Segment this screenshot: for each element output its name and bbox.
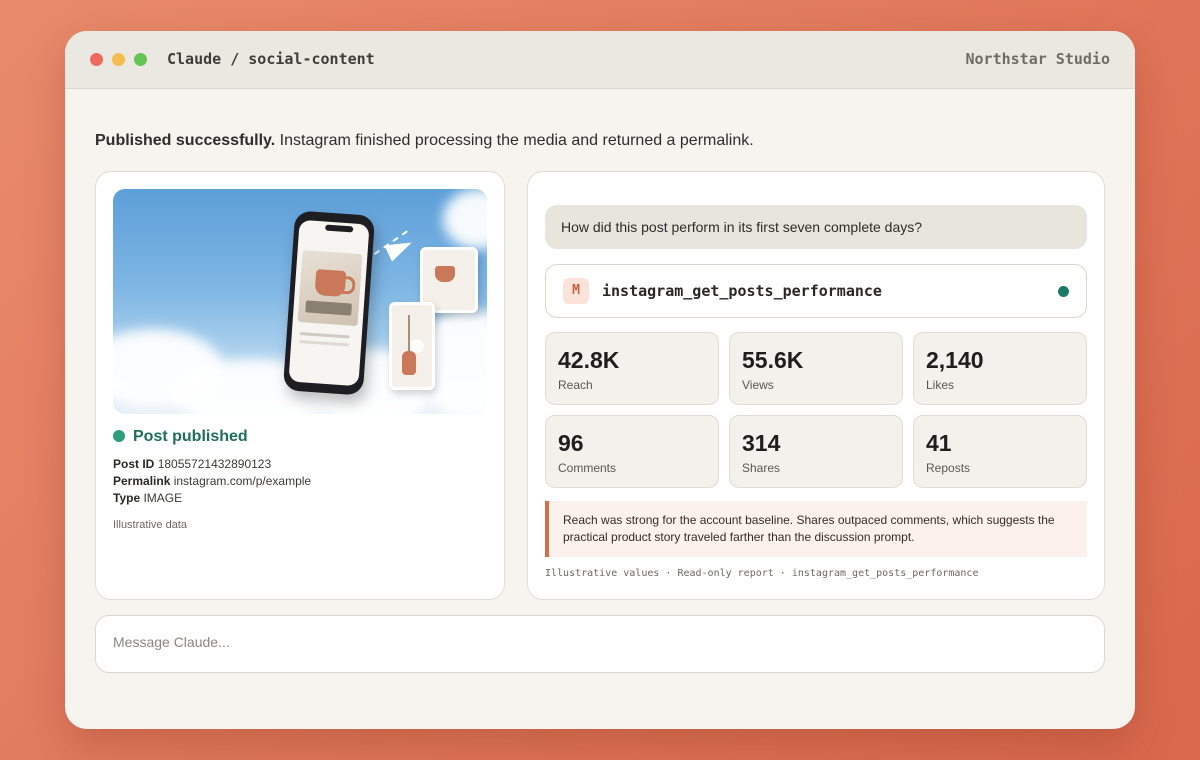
- post-meta: Post ID 18055721432890123 Permalink inst…: [113, 456, 311, 507]
- type-row: Type IMAGE: [113, 490, 311, 507]
- permalink-key: Permalink: [113, 474, 171, 488]
- metric-label: Views: [742, 378, 774, 392]
- status-dot-icon: [113, 430, 125, 442]
- metric-value: 41: [926, 430, 952, 456]
- tool-status-dot-icon: [1058, 286, 1069, 297]
- status-message: Published successfully. Instagram finish…: [95, 132, 754, 150]
- post-id-row: Post ID 18055721432890123: [113, 456, 311, 473]
- metric-card-shares: 314 Shares: [729, 415, 903, 488]
- user-question-bubble: How did this post perform in its first s…: [545, 205, 1087, 249]
- metric-value: 2,140: [926, 347, 984, 373]
- tool-badge-icon: M: [563, 278, 589, 304]
- metric-card-views: 55.6K Views: [729, 332, 903, 405]
- post-card: Post published Post ID 18055721432890123…: [95, 171, 505, 600]
- minimize-window-button[interactable]: [112, 53, 125, 66]
- post-id-key: Post ID: [113, 457, 155, 471]
- play-icon: [410, 339, 424, 353]
- maximize-window-button[interactable]: [134, 53, 147, 66]
- report-footnote: Illustrative values · Read-only report ·…: [545, 568, 979, 579]
- metric-card-reposts: 41 Reposts: [913, 415, 1087, 488]
- performance-card: How did this post perform in its first s…: [527, 171, 1105, 600]
- post-status: Post published: [113, 428, 248, 446]
- metric-value: 55.6K: [742, 347, 804, 373]
- app-window: Claude / social-content Northstar Studio…: [65, 31, 1135, 729]
- metric-label: Reach: [558, 378, 593, 392]
- title-bar: Claude / social-content Northstar Studio: [65, 31, 1135, 89]
- metric-label: Reposts: [926, 461, 971, 475]
- paper-plane-icon: [384, 234, 416, 262]
- post-id-value: 18055721432890123: [157, 457, 272, 471]
- floating-photo-vase: [389, 302, 435, 390]
- window-title: Claude / social-content: [167, 50, 375, 68]
- illustrative-note: Illustrative data: [113, 519, 187, 531]
- close-window-button[interactable]: [90, 53, 103, 66]
- metric-value: 42.8K: [558, 347, 620, 373]
- post-status-label: Post published: [133, 428, 248, 445]
- metric-value: 314: [742, 430, 781, 456]
- tool-call-row[interactable]: M instagram_get_posts_performance: [545, 264, 1087, 318]
- post-media-image[interactable]: [113, 189, 487, 414]
- type-key: Type: [113, 491, 141, 505]
- message-input[interactable]: Message Claude...: [95, 615, 1105, 673]
- status-message-rest: Instagram finished processing the media …: [275, 132, 754, 149]
- phone-illustration: [282, 210, 376, 396]
- metric-card-comments: 96 Comments: [545, 415, 719, 488]
- type-value: IMAGE: [143, 491, 183, 505]
- insight-callout: Reach was strong for the account baselin…: [545, 501, 1087, 557]
- metric-card-reach: 42.8K Reach: [545, 332, 719, 405]
- org-name: Northstar Studio: [965, 50, 1111, 68]
- metric-label: Comments: [558, 461, 617, 475]
- permalink-value[interactable]: instagram.com/p/example: [174, 474, 311, 488]
- metric-card-likes: 2,140 Likes: [913, 332, 1087, 405]
- tool-name: instagram_get_posts_performance: [602, 282, 882, 300]
- metric-label: Shares: [742, 461, 781, 475]
- metric-label: Likes: [926, 378, 955, 392]
- permalink-row: Permalink instagram.com/p/example: [113, 473, 311, 490]
- status-message-bold: Published successfully.: [95, 132, 276, 149]
- metric-value: 96: [558, 430, 584, 456]
